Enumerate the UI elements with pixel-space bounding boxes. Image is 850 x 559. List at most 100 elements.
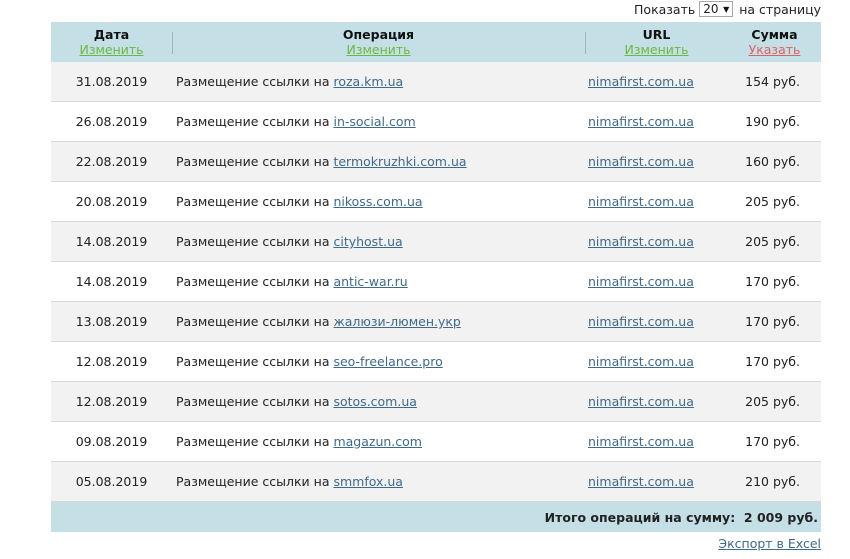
per-page-select[interactable]: 20 ▼	[699, 1, 734, 17]
column-title: Дата	[93, 27, 130, 42]
operation-cell: Размещение ссылки на cityhost.ua	[172, 221, 585, 262]
url-link[interactable]: nimafirst.com.ua	[588, 274, 694, 289]
url-cell: nimafirst.com.ua	[585, 62, 728, 102]
operation-cell: Размещение ссылки на in-social.com	[172, 101, 585, 142]
column-title: Сумма	[751, 27, 798, 42]
url-cell: nimafirst.com.ua	[585, 421, 728, 462]
operation-cell: Размещение ссылки на antic-war.ru	[172, 261, 585, 302]
table-row: 14.08.2019 Размещение ссылки на antic-war…	[51, 261, 821, 302]
url-link[interactable]: nimafirst.com.ua	[588, 474, 694, 489]
operations-page: Показать 20 ▼ на страницу Дата Изменить …	[0, 0, 850, 559]
operation-site-link[interactable]: smmfox.ua	[333, 474, 402, 489]
operation-site-link[interactable]: sotos.com.ua	[333, 394, 416, 409]
operation-site-link[interactable]: antic-war.ru	[333, 274, 407, 289]
url-link[interactable]: nimafirst.com.ua	[588, 154, 694, 169]
table-row: 05.08.2019 Размещение ссылки на smmfox.ua…	[51, 461, 821, 502]
url-link[interactable]: nimafirst.com.ua	[588, 354, 694, 369]
sort-url-link[interactable]: Изменить	[585, 42, 728, 57]
table-header-row: Дата Изменить Операция Изменить URL Изме…	[51, 22, 821, 62]
total-label: Итого операций на сумму:	[544, 509, 736, 525]
operation-text: Размещение ссылки на	[176, 434, 330, 449]
sort-sum-link[interactable]: Указать	[728, 42, 821, 57]
url-link[interactable]: nimafirst.com.ua	[588, 74, 694, 89]
sum-cell: 170 руб.	[728, 261, 821, 302]
column-separator	[585, 32, 586, 54]
date-cell: 13.08.2019	[51, 301, 172, 342]
per-page-suffix: на страницу	[739, 1, 821, 17]
operation-text: Размещение ссылки на	[176, 154, 330, 169]
operation-site-link[interactable]: seo-freelance.pro	[333, 354, 442, 369]
table-row: 22.08.2019 Размещение ссылки на termokruz…	[51, 141, 821, 182]
table-row: 12.08.2019 Размещение ссылки на seo-freel…	[51, 341, 821, 382]
per-page-control: Показать 20 ▼ на страницу	[634, 0, 821, 18]
total-cell: Итого операций на сумму: 2 009 руб.	[51, 501, 821, 532]
operation-site-link[interactable]: nikoss.com.ua	[333, 194, 422, 209]
sum-cell: 210 руб.	[728, 461, 821, 502]
url-cell: nimafirst.com.ua	[585, 101, 728, 142]
operation-cell: Размещение ссылки на жалюзи-люмен.укр	[172, 301, 585, 342]
operation-cell: Размещение ссылки на termokruzhki.com.ua	[172, 141, 585, 182]
table-row: 31.08.2019 Размещение ссылки на roza.km.u…	[51, 62, 821, 102]
column-header-date: Дата Изменить	[51, 22, 172, 62]
operation-text: Размещение ссылки на	[176, 314, 330, 329]
sort-operation-link[interactable]: Изменить	[172, 42, 585, 57]
column-separator	[172, 32, 173, 54]
sum-cell: 205 руб.	[728, 181, 821, 222]
url-link[interactable]: nimafirst.com.ua	[588, 114, 694, 129]
operation-text: Размещение ссылки на	[176, 74, 330, 89]
export-excel-link[interactable]: Экспорт в Excel	[718, 536, 821, 551]
operation-site-link[interactable]: жалюзи-люмен.укр	[333, 314, 460, 329]
operation-cell: Размещение ссылки на sotos.com.ua	[172, 381, 585, 422]
operation-site-link[interactable]: magazun.com	[333, 434, 422, 449]
operation-site-link[interactable]: in-social.com	[333, 114, 415, 129]
sum-cell: 154 руб.	[728, 62, 821, 102]
table-row: 09.08.2019 Размещение ссылки на magazun.c…	[51, 421, 821, 462]
sort-date-link[interactable]: Изменить	[51, 42, 172, 57]
column-header-operation: Операция Изменить	[172, 22, 585, 62]
date-cell: 05.08.2019	[51, 461, 172, 502]
url-link[interactable]: nimafirst.com.ua	[588, 234, 694, 249]
table-row: 20.08.2019 Размещение ссылки на nikoss.co…	[51, 181, 821, 222]
url-cell: nimafirst.com.ua	[585, 181, 728, 222]
date-cell: 31.08.2019	[51, 62, 172, 102]
operation-text: Размещение ссылки на	[176, 274, 330, 289]
date-cell: 12.08.2019	[51, 381, 172, 422]
operation-cell: Размещение ссылки на nikoss.com.ua	[172, 181, 585, 222]
operation-text: Размещение ссылки на	[176, 474, 330, 489]
total-row: Итого операций на сумму: 2 009 руб.	[51, 501, 821, 532]
date-cell: 14.08.2019	[51, 261, 172, 302]
operation-text: Размещение ссылки на	[176, 354, 330, 369]
operation-site-link[interactable]: cityhost.ua	[333, 234, 402, 249]
operation-site-link[interactable]: roza.km.ua	[333, 74, 403, 89]
per-page-value: 20	[703, 2, 719, 16]
operation-text: Размещение ссылки на	[176, 234, 330, 249]
column-header-sum: Сумма Указать	[728, 22, 821, 62]
sum-cell: 170 руб.	[728, 341, 821, 382]
date-cell: 22.08.2019	[51, 141, 172, 182]
url-link[interactable]: nimafirst.com.ua	[588, 314, 694, 329]
url-link[interactable]: nimafirst.com.ua	[588, 194, 694, 209]
operation-cell: Размещение ссылки на magazun.com	[172, 421, 585, 462]
operation-site-link[interactable]: termokruzhki.com.ua	[333, 154, 466, 169]
url-cell: nimafirst.com.ua	[585, 301, 728, 342]
operation-text: Размещение ссылки на	[176, 394, 330, 409]
sum-cell: 205 руб.	[728, 221, 821, 262]
operation-cell: Размещение ссылки на roza.km.ua	[172, 62, 585, 102]
column-title: URL	[642, 27, 671, 42]
date-cell: 14.08.2019	[51, 221, 172, 262]
sum-cell: 160 руб.	[728, 141, 821, 182]
url-cell: nimafirst.com.ua	[585, 381, 728, 422]
table-body: 31.08.2019 Размещение ссылки на roza.km.u…	[51, 62, 821, 502]
operation-cell: Размещение ссылки на smmfox.ua	[172, 461, 585, 502]
total-value: 2 009 руб.	[743, 509, 818, 525]
table-row: 14.08.2019 Размещение ссылки на cityhost.…	[51, 221, 821, 262]
table-row: 26.08.2019 Размещение ссылки на in-social…	[51, 101, 821, 142]
sum-cell: 205 руб.	[728, 381, 821, 422]
url-link[interactable]: nimafirst.com.ua	[588, 434, 694, 449]
operation-text: Размещение ссылки на	[176, 114, 330, 129]
dropdown-arrow-icon: ▼	[723, 4, 730, 14]
url-link[interactable]: nimafirst.com.ua	[588, 394, 694, 409]
date-cell: 09.08.2019	[51, 421, 172, 462]
date-cell: 20.08.2019	[51, 181, 172, 222]
operations-table: Дата Изменить Операция Изменить URL Изме…	[51, 22, 821, 532]
